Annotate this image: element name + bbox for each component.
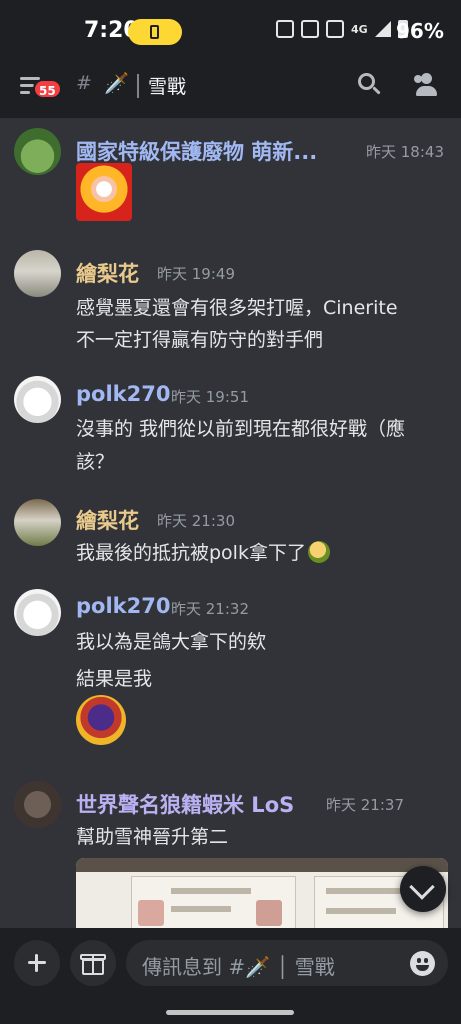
- message-input[interactable]: 傳訊息到 #🗡️ │ 雪戰: [126, 940, 448, 986]
- avatar[interactable]: [14, 250, 61, 297]
- username[interactable]: 繪梨花: [76, 505, 139, 535]
- timestamp: 昨天 21:32: [171, 600, 249, 618]
- username[interactable]: polk270: [76, 382, 170, 406]
- hotspot-icon: [326, 20, 344, 38]
- status-bar: 7:20 4G 96%: [0, 0, 461, 62]
- username[interactable]: 繪梨花: [76, 258, 139, 288]
- avatar[interactable]: [14, 376, 61, 423]
- emoji-picker-icon[interactable]: [410, 951, 435, 976]
- message-text: 我以為是鴿大拿下的欸: [76, 631, 267, 653]
- message-text: 我最後的抵抗被polk拿下了: [76, 538, 330, 565]
- message-text: 感覺墨夏還會有很多架打喔，Cinerite: [76, 297, 398, 319]
- avatar[interactable]: [14, 499, 61, 546]
- notification-icon: [276, 20, 294, 38]
- status-icons: 4G: [276, 20, 408, 38]
- notification-badge: 55: [33, 79, 62, 99]
- signal-icon: [374, 21, 391, 37]
- gift-button[interactable]: [70, 940, 116, 986]
- battery-saver-indicator: [128, 19, 182, 45]
- message-input-placeholder: 傳訊息到 #🗡️ │ 雪戰: [142, 955, 335, 979]
- vibrate-icon: [301, 20, 319, 38]
- gift-icon-ribbon: [92, 954, 94, 975]
- avatar[interactable]: [14, 128, 61, 175]
- network-type: 4G: [351, 22, 368, 36]
- message-text: 沒事的 我們從以前到現在都很好戰（應: [76, 418, 406, 440]
- image-attachment[interactable]: [76, 163, 132, 221]
- username[interactable]: polk270: [76, 594, 170, 618]
- plus-icon-stroke: [35, 954, 38, 972]
- message-composer: 傳訊息到 #🗡️ │ 雪戰: [0, 928, 461, 1024]
- message-text-content: 我最後的抵抗被polk拿下了: [76, 542, 306, 564]
- timestamp: 昨天 21:37: [326, 796, 404, 814]
- avatar[interactable]: [14, 589, 61, 636]
- channel-title[interactable]: 雪戰: [148, 72, 186, 99]
- message-text: 結果是我: [76, 668, 153, 690]
- timestamp: 昨天 19:51: [171, 388, 249, 406]
- custom-emoji-icon[interactable]: [76, 695, 126, 745]
- battery-percent: 96%: [396, 19, 444, 43]
- message-text: 不一定打得贏有防守的對手們: [76, 329, 324, 351]
- add-attachment-button[interactable]: [14, 940, 60, 986]
- chevron-down-icon: [409, 874, 435, 900]
- divider: [137, 74, 139, 98]
- members-icon[interactable]: [412, 71, 440, 99]
- timestamp: 昨天 19:49: [157, 265, 235, 283]
- username[interactable]: 國家特級保護廢物 萌新...: [76, 136, 317, 166]
- channel-emoji: 🗡️: [104, 71, 129, 95]
- timestamp: 昨天 21:30: [157, 512, 235, 530]
- bee-emoji-icon: [307, 541, 330, 563]
- image-attachment[interactable]: [76, 858, 448, 938]
- message-text: 幫助雪神晉升第二: [76, 826, 229, 848]
- battery-icon: [150, 25, 159, 39]
- search-icon[interactable]: [358, 73, 382, 97]
- timestamp: 昨天 18:43: [366, 143, 444, 161]
- message-text: 該？: [76, 451, 115, 473]
- avatar[interactable]: [14, 781, 61, 828]
- jump-to-present-button[interactable]: [400, 866, 446, 912]
- channel-hash-icon: #: [76, 72, 92, 94]
- channel-header: 55 # 🗡️ 雪戰: [0, 62, 461, 118]
- home-indicator[interactable]: [166, 1010, 294, 1015]
- username[interactable]: 世界聲名狼籍蝦米 LoS: [76, 789, 294, 819]
